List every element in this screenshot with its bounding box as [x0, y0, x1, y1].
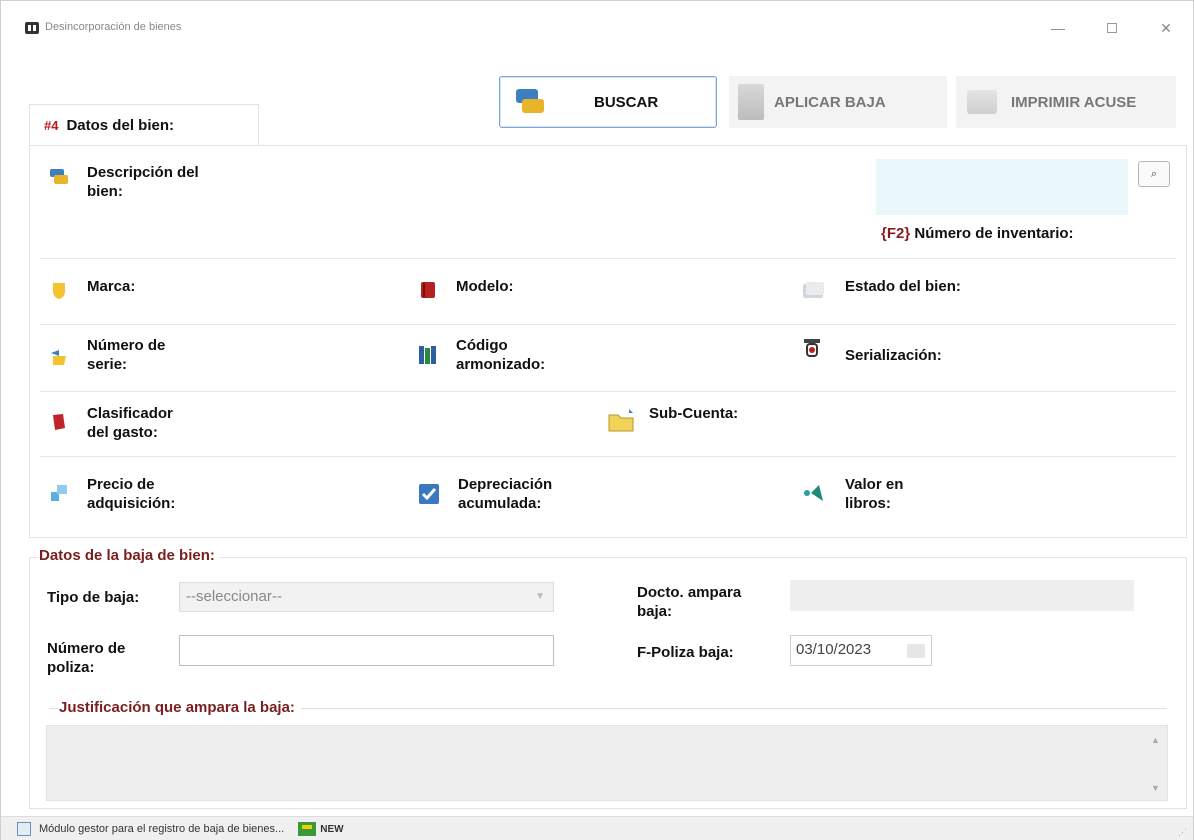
close-button[interactable]: ✕: [1151, 15, 1181, 41]
estado-label: Estado del bien:: [845, 278, 961, 295]
row-divider: [40, 391, 1176, 392]
book-icon: [418, 280, 438, 300]
marca-field: Marca:: [49, 277, 135, 300]
descripcion-label: Descripción del bien:: [87, 164, 199, 200]
valor-label: Valor en libros:: [845, 476, 904, 512]
new-badge: NEW: [320, 823, 344, 835]
barcode-tag-icon: [801, 338, 827, 358]
tipo-baja-label: Tipo de baja:: [47, 589, 140, 606]
f2-shortcut-label: {F2}: [881, 225, 911, 242]
fpoliza-date-picker[interactable]: 03/10/2023: [790, 635, 932, 666]
numero-poliza-input[interactable]: [179, 635, 554, 666]
inventario-label-text: Número de inventario:: [914, 225, 1074, 242]
module-icon: [17, 822, 31, 836]
tab-datos-del-bien[interactable]: #4 Datos del bien:: [29, 104, 259, 146]
minimize-button[interactable]: —: [1043, 15, 1073, 41]
search-records-icon: [514, 87, 546, 117]
scroll-up-icon[interactable]: ▲: [1151, 735, 1160, 745]
lookup-button[interactable]: ⌕: [1138, 161, 1170, 187]
inventario-input[interactable]: [876, 159, 1128, 215]
depreciacion-field: Depreciación acumulada:: [418, 475, 552, 513]
valor-icon: [801, 483, 827, 503]
subcuenta-field: Sub-Cuenta:: [607, 404, 739, 432]
clasificador-label: Clasificador del gasto:: [87, 405, 173, 441]
fpoliza-value: 03/10/2023: [796, 641, 872, 658]
fpoliza-label: F-Poliza baja:: [637, 644, 734, 661]
numero-poliza-label: Número de poliza:: [47, 640, 126, 676]
checkbox-icon: [418, 483, 440, 504]
depreciacion-label: Depreciación acumulada:: [458, 476, 553, 512]
row-divider: [40, 456, 1176, 457]
serializacion-field: Serialización:: [801, 336, 942, 365]
precio-icon: [49, 483, 69, 503]
descripcion-field: Descripción del bien:: [49, 163, 199, 201]
justificacion-title: Justificación que ampara la baja:: [59, 699, 301, 716]
modelo-field: Modelo:: [418, 277, 514, 300]
serializacion-label: Serialización:: [845, 347, 942, 364]
new-icon: [298, 822, 317, 836]
datos-baja-title: Datos de la baja de bien:: [39, 547, 219, 564]
marca-icon: [49, 280, 69, 300]
precio-label: Precio de adquisición:: [87, 476, 176, 512]
justificacion-textarea[interactable]: [46, 725, 1168, 801]
row-divider: [40, 324, 1176, 325]
estado-field: Estado del bien:: [801, 277, 961, 300]
window-title: Desincorporación de bienes: [45, 21, 182, 33]
folder-open-icon: [607, 407, 637, 432]
main-window: Desincorporación de bienes — ✕ BUSCAR AP…: [0, 0, 1194, 840]
document-stack-icon: [801, 280, 827, 300]
chevron-down-icon: ▼: [535, 591, 545, 602]
aplicar-baja-label: APLICAR BAJA: [774, 93, 886, 111]
precio-field: Precio de adquisición:: [49, 475, 175, 513]
codigo-field: Código armonizado:: [418, 336, 545, 374]
imprimir-acuse-button[interactable]: IMPRIMIR ACUSE: [956, 76, 1176, 128]
tab-label: Datos del bien:: [66, 117, 174, 134]
status-message: Módulo gestor para el registro de baja d…: [39, 823, 285, 835]
calendar-icon[interactable]: [907, 644, 925, 658]
row-divider: [40, 258, 1176, 259]
document-icon: [738, 84, 764, 120]
tab-icon: #4: [44, 118, 59, 133]
maximize-icon: [1107, 23, 1117, 33]
app-icon: [25, 22, 39, 34]
books-icon: [418, 344, 438, 364]
codigo-label: Código armonizado:: [456, 337, 546, 373]
imprimir-acuse-label: IMPRIMIR ACUSE: [1011, 93, 1137, 111]
maximize-button[interactable]: [1097, 15, 1127, 41]
title-bar: Desincorporación de bienes — ✕: [1, 1, 1193, 51]
aplicar-baja-button[interactable]: APLICAR BAJA: [729, 76, 947, 128]
resize-grip-icon[interactable]: ⋰: [1178, 827, 1187, 838]
serie-icon: [49, 348, 69, 368]
clasificador-field: Clasificador del gasto:: [49, 404, 173, 442]
tipo-baja-value: --seleccionar--: [186, 588, 282, 605]
inventario-label: {F2} Número de inventario:: [881, 225, 1074, 242]
serie-label: Número de serie:: [87, 337, 166, 373]
buscar-label: BUSCAR: [594, 93, 659, 111]
status-bar: Módulo gestor para el registro de baja d…: [1, 816, 1193, 840]
serie-field: Número de serie:: [49, 336, 165, 374]
tipo-baja-select[interactable]: --seleccionar-- ▼: [179, 582, 554, 612]
docto-ampara-label: Docto. ampara baja:: [637, 584, 742, 620]
description-icon: [49, 166, 69, 186]
buscar-button[interactable]: BUSCAR: [499, 76, 717, 128]
clasificador-icon: [49, 412, 69, 432]
scroll-down-icon[interactable]: ▼: [1151, 783, 1160, 793]
printer-icon: [967, 90, 997, 114]
marca-label: Marca:: [87, 278, 136, 295]
modelo-label: Modelo:: [456, 278, 514, 295]
docto-ampara-input[interactable]: [790, 580, 1134, 611]
valor-field: Valor en libros:: [801, 475, 903, 513]
subcuenta-label: Sub-Cuenta:: [649, 405, 739, 422]
